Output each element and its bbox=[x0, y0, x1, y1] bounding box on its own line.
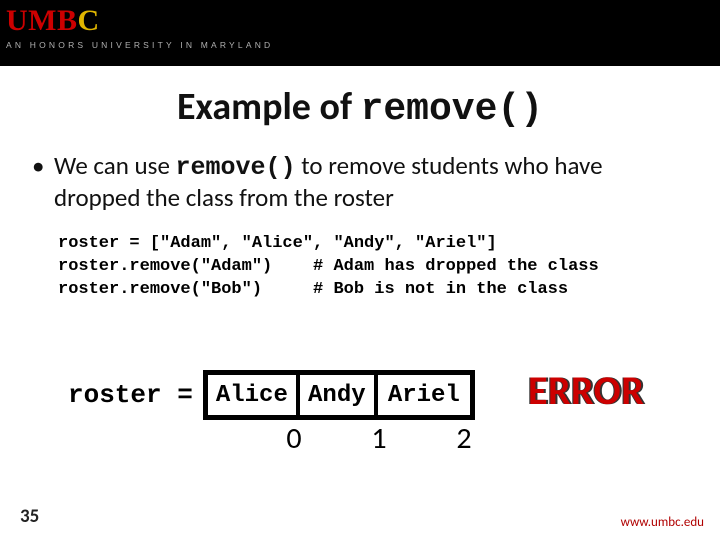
logo-text-c: C bbox=[78, 4, 100, 37]
roster-cells: Alice Andy Ariel bbox=[203, 370, 475, 420]
roster-cell: Andy bbox=[300, 375, 378, 415]
logo-text-umb: UMB bbox=[6, 4, 78, 37]
slide-title: Example of remove() bbox=[0, 84, 720, 131]
title-pre: Example of bbox=[177, 84, 361, 130]
roster-index: 1 bbox=[340, 420, 418, 457]
footer-url: www.umbc.edu bbox=[621, 515, 704, 530]
roster-cell: Alice bbox=[208, 375, 300, 415]
roster-index: 2 bbox=[418, 420, 510, 457]
code-line-1: roster = ["Adam", "Alice", "Andy", "Arie… bbox=[58, 234, 497, 253]
error-label: ERROR bbox=[528, 366, 644, 415]
roster-indices: 0 1 2 bbox=[248, 420, 510, 457]
roster-label: roster = bbox=[68, 380, 193, 410]
logo-tagline: AN HONORS UNIVERSITY IN MARYLAND bbox=[6, 40, 273, 50]
logo-main: UMBC bbox=[6, 4, 273, 38]
title-code: remove() bbox=[361, 88, 543, 131]
header-banner: UMBC AN HONORS UNIVERSITY IN MARYLAND bbox=[0, 0, 720, 66]
roster-index: 0 bbox=[248, 420, 340, 457]
bullet-pre: We can use bbox=[54, 150, 176, 181]
bullet-list: We can use remove() to remove students w… bbox=[54, 151, 682, 213]
bullet-item: We can use remove() to remove students w… bbox=[54, 151, 682, 213]
umbc-logo: UMBC AN HONORS UNIVERSITY IN MARYLAND bbox=[6, 4, 273, 50]
bullet-code: remove() bbox=[176, 153, 296, 182]
roster-visual: roster = Alice Andy Ariel bbox=[68, 370, 475, 420]
code-block: roster = ["Adam", "Alice", "Andy", "Arie… bbox=[58, 233, 720, 302]
roster-cell: Ariel bbox=[378, 375, 470, 415]
page-number: 35 bbox=[20, 505, 39, 528]
code-line-2: roster.remove("Adam") # Adam has dropped… bbox=[58, 257, 599, 276]
code-line-3: roster.remove("Bob") # Bob is not in the… bbox=[58, 280, 568, 299]
